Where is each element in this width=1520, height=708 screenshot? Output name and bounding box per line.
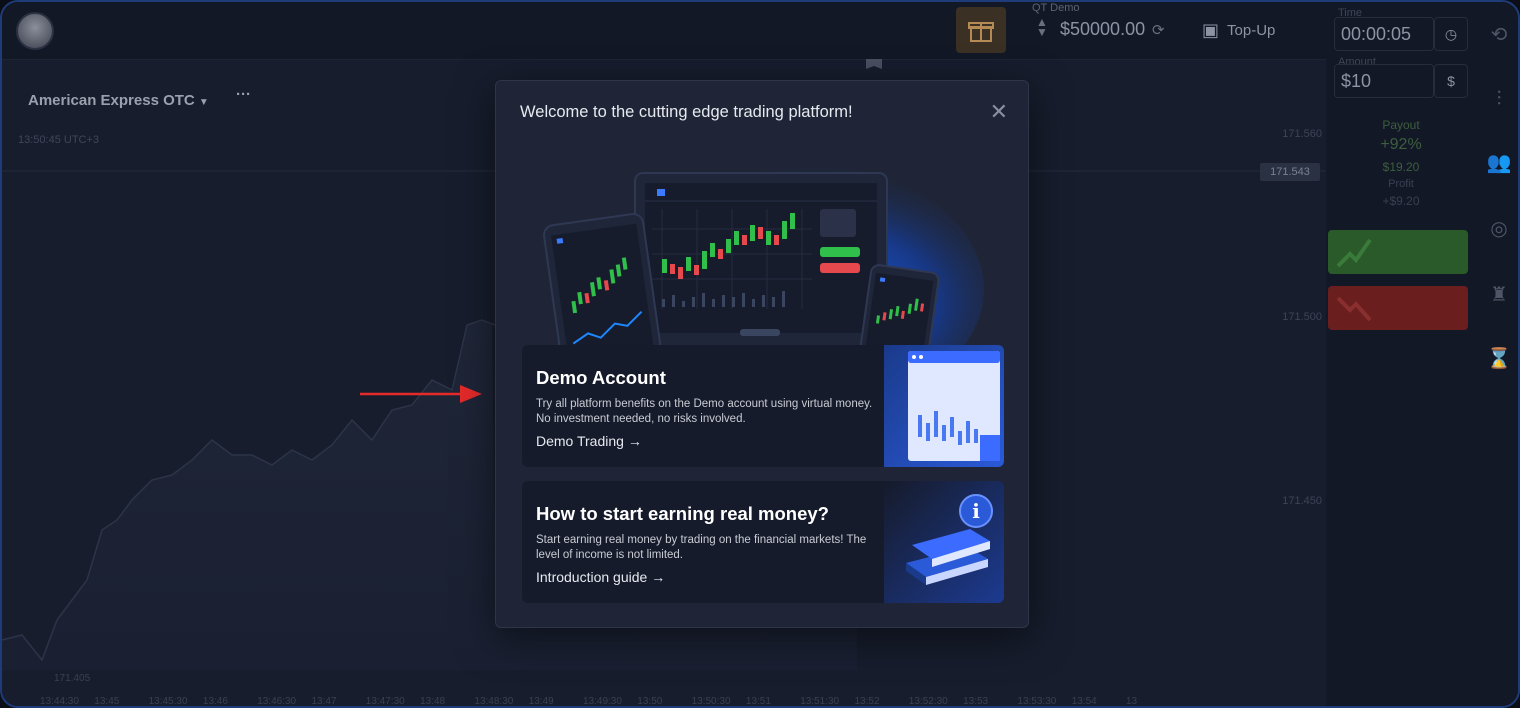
current-price-badge: 171.543 xyxy=(1260,163,1320,181)
price-level: 171.500 xyxy=(1282,311,1322,323)
welcome-modal: Welcome to the cutting edge trading plat… xyxy=(495,80,1029,628)
social-trading-icon[interactable]: 👥 xyxy=(1476,150,1518,175)
time-tick: 13:50 xyxy=(637,696,663,707)
arrow-right-icon: → xyxy=(651,569,666,585)
hourglass-icon[interactable]: ⌛ xyxy=(1476,346,1518,371)
trend-down-icon xyxy=(1336,296,1372,322)
earn-money-desc: Start earning real money by trading on t… xyxy=(536,534,867,561)
time-tick: 13:49 xyxy=(528,696,554,707)
time-tick: 13:52:30 xyxy=(908,696,948,707)
time-tick: 13:51:30 xyxy=(800,696,840,707)
trend-up-icon xyxy=(1336,238,1372,268)
book-info-illustration: i xyxy=(884,481,1004,603)
modal-title: Welcome to the cutting edge trading plat… xyxy=(520,103,853,121)
time-tick: 13:53:30 xyxy=(1017,696,1057,707)
time-input[interactable]: 00:00:05 xyxy=(1334,17,1434,51)
buy-button[interactable] xyxy=(1328,230,1468,274)
time-tick: 13:46 xyxy=(202,696,228,707)
wallet-icon: ▣ xyxy=(1202,19,1220,40)
payout-label: Payout xyxy=(1382,118,1420,132)
account-balance[interactable]: $50000.00 xyxy=(1060,19,1145,40)
asset-selector[interactable]: American Express OTC ▼ xyxy=(28,92,209,109)
trade-panel: Time 00:00:05 ◷ Amount $10 $ Payout +92%… xyxy=(1326,2,1476,706)
history-icon[interactable]: ⟲ xyxy=(1476,22,1518,47)
profit-label: Profit xyxy=(1388,178,1414,190)
time-tick: 13:48:30 xyxy=(474,696,514,707)
payout-percent: +92% xyxy=(1380,136,1422,153)
sidebar: ⟲ ⫶ 👥 ◎ ♜ ⌛ xyxy=(1476,2,1518,706)
time-tick: 13:49:30 xyxy=(583,696,622,707)
account-switch-icon[interactable]: ▲ ▼ xyxy=(1036,16,1048,38)
chart-options-icon[interactable]: ··· xyxy=(236,86,251,103)
time-tick: 13:48 xyxy=(420,696,446,707)
gift-icon[interactable] xyxy=(956,7,1006,53)
time-tick: 13:47:30 xyxy=(365,696,405,707)
price-level: 171.560 xyxy=(1282,128,1322,140)
time-tick: 13:46:30 xyxy=(257,696,297,707)
chart-clock: 13:50:45 UTC+3 xyxy=(18,134,100,146)
earn-money-card[interactable]: How to start earning real money? Start e… xyxy=(522,481,1004,603)
sell-button[interactable] xyxy=(1328,286,1468,330)
time-tick: 13:47 xyxy=(311,696,337,707)
arrow-right-icon: → xyxy=(627,433,642,449)
profit-amount: +$9.20 xyxy=(1382,194,1420,208)
earn-money-title: How to start earning real money? xyxy=(536,503,829,524)
time-tick: 13:45:30 xyxy=(148,696,188,707)
time-tick: 13:50:30 xyxy=(691,696,731,707)
introduction-guide-link[interactable]: Introduction guide → xyxy=(536,569,665,585)
browser-chart-illustration xyxy=(884,345,1004,467)
time-tick: 13:51 xyxy=(745,696,771,707)
refresh-icon[interactable]: ⟳ xyxy=(1152,21,1165,39)
time-tick: 13:44:30 xyxy=(40,696,79,707)
demo-account-card[interactable]: Demo Account Try all platform benefits o… xyxy=(522,345,1004,467)
account-type-label: QT Demo xyxy=(1032,2,1080,14)
avatar[interactable] xyxy=(16,12,54,50)
app-window: American Express OTC ▼ ··· 13:50:45 UTC+… xyxy=(0,0,1520,708)
price-low-label: 171.405 xyxy=(54,673,91,684)
time-tick: 13 xyxy=(1126,696,1138,707)
top-up-label: Top-Up xyxy=(1227,21,1276,39)
annotation-arrow-icon xyxy=(360,385,482,403)
target-icon[interactable]: ◎ xyxy=(1476,216,1518,241)
top-bar: QT Demo ▲ ▼ $50000.00 ⟳ ▣ Top-Up xyxy=(2,2,1326,60)
demo-account-desc: Try all platform benefits on the Demo ac… xyxy=(536,398,873,425)
trophy-icon[interactable]: ♜ xyxy=(1476,282,1518,307)
time-tick: 13:52 xyxy=(854,696,880,707)
amount-input[interactable]: $10 xyxy=(1334,64,1434,98)
demo-trading-link[interactable]: Demo Trading → xyxy=(536,433,642,449)
svg-text:i: i xyxy=(972,499,980,523)
price-level: 171.450 xyxy=(1282,495,1322,507)
time-tick: 13:54 xyxy=(1071,696,1097,707)
close-icon[interactable]: ✕ xyxy=(990,99,1008,125)
currency-button[interactable]: $ xyxy=(1434,64,1468,98)
signals-icon[interactable]: ⫶ xyxy=(1476,88,1518,111)
top-up-button[interactable]: ▣ Top-Up xyxy=(1192,8,1292,52)
demo-account-title: Demo Account xyxy=(536,367,666,388)
clock-icon[interactable]: ◷ xyxy=(1434,17,1468,51)
time-tick: 13:53 xyxy=(963,696,989,707)
payout-amount: $19.20 xyxy=(1382,160,1420,174)
time-tick: 13:45 xyxy=(94,696,120,707)
